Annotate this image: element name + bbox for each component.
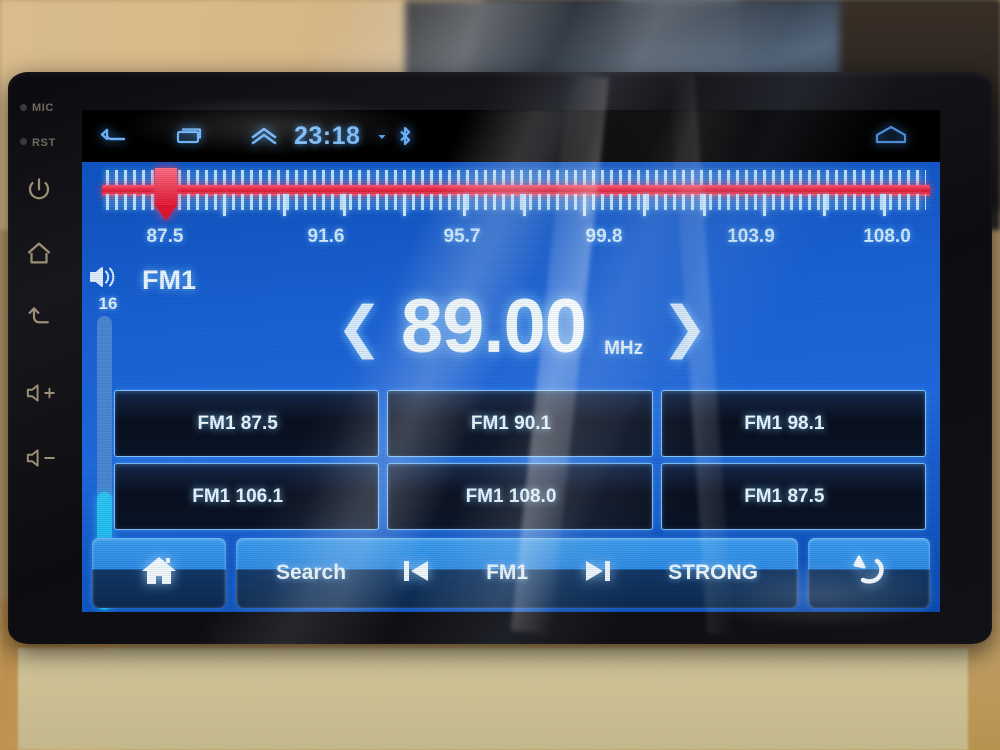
speaker-volume-icon[interactable] (88, 262, 124, 292)
tuner-scale[interactable] (92, 168, 940, 224)
status-home-button[interactable] (870, 110, 912, 162)
power-icon[interactable] (24, 175, 54, 205)
status-back-button[interactable] (98, 110, 132, 162)
frequency-unit: MHz (604, 338, 644, 359)
scale-label-2: 95.7 (443, 226, 481, 247)
volume-up-icon[interactable] (24, 380, 68, 410)
frequency-next-button[interactable]: ❯ (661, 299, 708, 355)
preset-button-4[interactable]: FM1 106.1 (114, 463, 380, 530)
frequency-display: ❮ 89.00 MHz ❯ (322, 278, 722, 376)
search-button[interactable]: Search (276, 561, 346, 585)
tuner-position-marker[interactable] (155, 168, 177, 224)
marker-stem (155, 168, 177, 206)
preset-label: FM1 106.1 (192, 485, 284, 507)
status-bluetooth-icon (395, 110, 415, 162)
return-arrow-icon (847, 552, 891, 595)
volume-level: 16 (98, 294, 118, 313)
preset-label: FM1 87.5 (744, 485, 825, 507)
scale-label-0: 87.5 (146, 226, 184, 247)
status-expand-button[interactable] (249, 110, 279, 162)
frequency-prev-button[interactable]: ❮ (336, 299, 383, 355)
preset-button-3[interactable]: FM1 98.1 (660, 390, 926, 457)
reset-label: RST (32, 137, 56, 149)
bottom-control-bar: Search FM1 STRONG (92, 538, 930, 608)
preset-grid: FM1 87.5 FM1 90.1 FM1 98.1 FM1 106.1 FM1… (114, 390, 926, 530)
preset-button-5[interactable]: FM1 108.0 (387, 463, 653, 530)
back-icon[interactable] (24, 301, 54, 331)
home-filled-icon (136, 551, 182, 596)
preset-label: FM1 98.1 (744, 412, 825, 434)
band-label: FM1 (142, 265, 196, 295)
preset-button-1[interactable]: FM1 87.5 (114, 390, 380, 457)
reset-hole[interactable] (20, 138, 27, 145)
status-recents-button[interactable] (172, 110, 206, 162)
signal-strength-button[interactable]: STRONG (668, 561, 758, 585)
preset-label: FM1 87.5 (197, 412, 278, 434)
skip-next-button[interactable] (580, 555, 616, 592)
status-clock: 23:18 (294, 121, 361, 150)
tuner-ticks-top (106, 170, 926, 186)
photo-scene: MIC RST 23:18 87.5 91.6 95.7 99.8 103.9 … (0, 0, 1000, 750)
band-button[interactable]: FM1 (486, 561, 528, 585)
mic-label: MIC (32, 102, 54, 114)
preset-label: FM1 108.0 (465, 485, 557, 507)
home-icon[interactable] (24, 238, 54, 268)
tuning-controls: Search FM1 STRONG (236, 538, 798, 608)
status-download-icon (375, 110, 389, 162)
scale-label-3: 99.8 (585, 226, 623, 247)
lcd-screen: 23:18 87.5 91.6 95.7 99.8 103.9 108.0 16… (82, 110, 940, 612)
marker-tip (155, 205, 177, 221)
scale-label-4: 103.9 (727, 226, 775, 247)
frequency-value: 89.00 (400, 284, 587, 369)
preset-label: FM1 90.1 (470, 412, 552, 434)
hardware-bezel: MIC RST (10, 80, 82, 636)
tuner-ticks-major (106, 194, 926, 216)
home-button[interactable] (92, 538, 226, 608)
preset-button-6[interactable]: FM1 87.5 (660, 463, 926, 530)
desk-cloth (18, 648, 968, 750)
return-button[interactable] (808, 538, 930, 608)
mic-hole (20, 104, 27, 111)
android-status-bar: 23:18 (82, 110, 940, 162)
skip-previous-button[interactable] (398, 555, 434, 592)
scale-label-5: 108.0 (863, 226, 911, 247)
volume-down-icon[interactable] (24, 445, 68, 475)
scale-label-1: 91.6 (307, 226, 345, 247)
tuner-scale-labels: 87.5 91.6 95.7 99.8 103.9 108.0 (92, 226, 940, 252)
preset-button-2[interactable]: FM1 90.1 (387, 390, 653, 457)
